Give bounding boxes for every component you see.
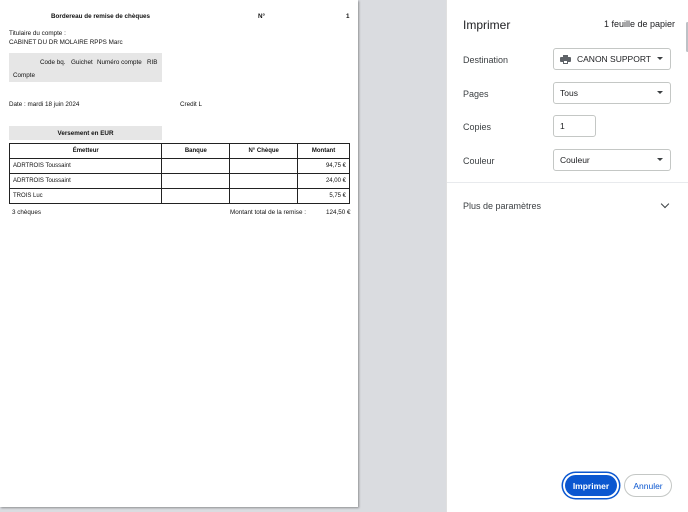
total-label: Montant total de la remise :	[230, 209, 306, 216]
print-button[interactable]: Imprimer	[565, 475, 617, 496]
cell-banque	[161, 188, 231, 204]
copies-label: Copies	[463, 122, 492, 132]
cell-montant: 5,75 €	[297, 188, 350, 204]
destination-value: CANON SUPPORT	[577, 54, 651, 64]
account-label: Compte	[13, 72, 36, 79]
panel-title: Imprimer	[463, 18, 511, 32]
destination-select[interactable]: CANON SUPPORT	[553, 48, 671, 70]
bank-header-account: Numéro compte	[97, 59, 142, 66]
holder-label: Titulaire du compte :	[9, 30, 66, 37]
doc-number-label: N°	[258, 13, 266, 20]
header-emetteur: Émetteur	[8, 143, 163, 159]
chevron-down-icon	[657, 158, 663, 161]
header-banque: Banque	[161, 143, 231, 159]
color-select[interactable]: Couleur	[553, 149, 671, 171]
table-row: TROIS Luc 5,75 €	[8, 188, 350, 204]
cell-banque	[161, 158, 231, 174]
pages-label: Pages	[463, 89, 489, 99]
cheque-count: 3 chèques	[12, 209, 42, 216]
holder-name: CABINET DU DR MOLAIRE RPPS Marc	[9, 39, 123, 46]
table-row: ADRTROIS Toussaint 94,75 €	[8, 158, 350, 174]
table-header-row: Émetteur Banque N° Chèque Montant	[8, 143, 350, 159]
doc-credit: Credit L	[180, 101, 203, 108]
doc-number-value: 1	[346, 13, 350, 20]
table-row: ADRTROIS Toussaint 24,00 €	[8, 173, 350, 189]
cancel-button[interactable]: Annuler	[624, 474, 672, 497]
bank-header-guichet: Guichet	[71, 59, 93, 66]
cell-banque	[161, 173, 231, 189]
cell-cheque	[229, 188, 299, 204]
header-montant: Montant	[297, 143, 350, 159]
total-value: 124,50 €	[326, 209, 351, 216]
color-label: Couleur	[463, 156, 495, 166]
panel-divider	[447, 182, 688, 183]
bank-header-code: Code bq.	[40, 59, 66, 66]
cell-emetteur: ADRTROIS Toussaint	[8, 173, 163, 189]
sheet-count: 1 feuille de papier	[603, 19, 675, 29]
copies-input[interactable]: 1	[553, 115, 596, 137]
chevron-down-icon	[657, 57, 663, 60]
printer-icon	[560, 54, 571, 64]
print-settings-panel: Imprimer 1 feuille de papier Destination…	[446, 0, 688, 512]
more-settings-toggle[interactable]: Plus de paramètres	[463, 201, 541, 211]
doc-title: Bordereau de remise de chèques	[51, 13, 151, 20]
cell-emetteur: TROIS Luc	[8, 188, 163, 204]
destination-label: Destination	[463, 55, 509, 65]
header-cheque: N° Chèque	[229, 143, 299, 159]
cell-cheque	[229, 173, 299, 189]
pages-value: Tous	[560, 88, 578, 98]
chevron-down-icon[interactable]	[660, 199, 670, 209]
versement-label: Versement en EUR	[57, 130, 114, 137]
doc-date: Date : mardi 18 juin 2024	[9, 101, 80, 108]
cell-montant: 94,75 €	[297, 158, 350, 174]
preview-page: Bordereau de remise de chèques N° 1 Titu…	[0, 0, 358, 507]
cell-emetteur: ADRTROIS Toussaint	[8, 158, 163, 174]
pages-select[interactable]: Tous	[553, 82, 671, 104]
cell-montant: 24,00 €	[297, 173, 350, 189]
color-value: Couleur	[560, 155, 590, 165]
cell-cheque	[229, 158, 299, 174]
bank-header-rib: RIB	[147, 59, 158, 66]
chevron-down-icon	[657, 91, 663, 94]
print-preview-area: Bordereau de remise de chèques N° 1 Titu…	[0, 0, 446, 512]
cheques-table: Émetteur Banque N° Chèque Montant ADRTRO…	[8, 143, 350, 204]
